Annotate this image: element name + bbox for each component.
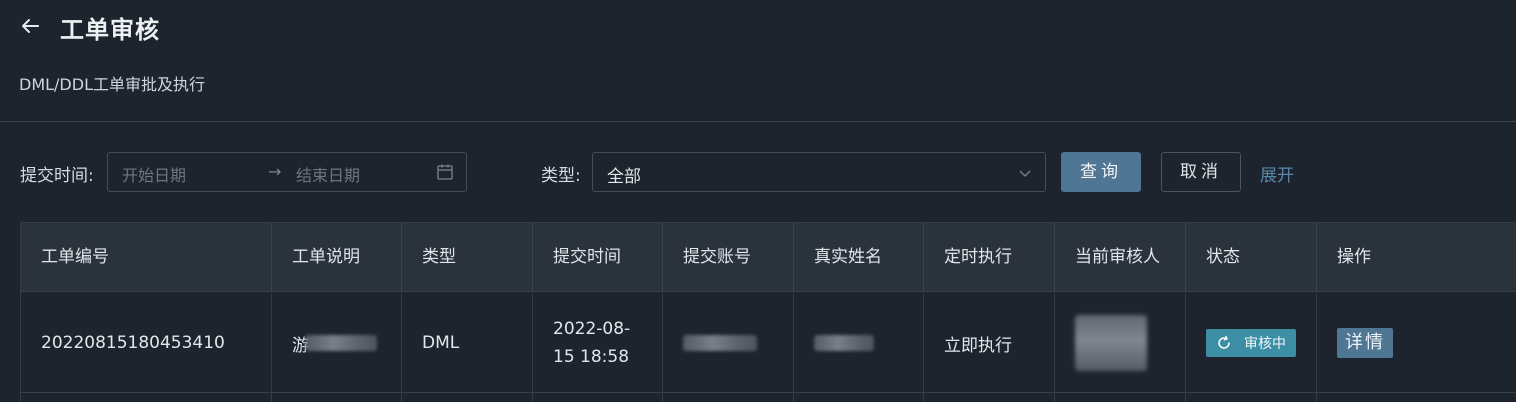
table-cell <box>794 393 924 402</box>
real-name-cell <box>794 293 924 393</box>
column-header: 提交账号 <box>663 223 794 292</box>
column-header: 当前审核人 <box>1055 223 1186 292</box>
chevron-down-icon <box>1019 170 1031 177</box>
end-date-input[interactable]: 结束日期 <box>296 162 360 186</box>
column-header: 真实姓名 <box>794 223 924 292</box>
submit-time-cell: 2022-08- 15 18:58 <box>533 293 663 393</box>
current-reviewer-cell <box>1055 293 1186 393</box>
arrow-left-icon <box>22 19 39 33</box>
submit-time-rest: 15 18:58 <box>553 347 630 367</box>
sync-icon <box>1218 335 1230 349</box>
table-cell <box>1186 393 1317 402</box>
table-cell <box>663 393 794 402</box>
expand-link[interactable]: 展开 <box>1260 161 1294 186</box>
submit-time-date: 2022-08- <box>553 319 631 339</box>
page-title: 工单审核 <box>60 16 160 44</box>
submit-time-label: 提交时间: <box>20 166 94 186</box>
submit-account-cell <box>663 293 794 393</box>
column-header: 操作 <box>1337 247 1371 267</box>
table-cell <box>1317 393 1516 402</box>
start-date-input[interactable]: 开始日期 <box>122 162 186 186</box>
ticket-review-page: 工单审核 DML/DDL工单审批及执行 提交时间: 开始日期 → 结束日期 类型… <box>0 0 1516 402</box>
table-cell <box>272 393 402 402</box>
status-label: 审核中 <box>1244 336 1286 352</box>
page-header: 工单审核 DML/DDL工单审批及执行 <box>0 0 1516 122</box>
query-button[interactable]: 查询 <box>1061 152 1141 192</box>
table-cell <box>924 393 1055 402</box>
detail-button[interactable]: 详情 <box>1337 328 1393 358</box>
type-select-value: 全部 <box>607 167 641 187</box>
table-row <box>21 393 1516 402</box>
table-cell <box>402 393 533 402</box>
redacted-text <box>814 335 874 351</box>
type-select[interactable]: 全部 <box>592 152 1046 192</box>
column-header: 类型 <box>402 223 533 292</box>
redacted-text <box>305 335 377 351</box>
ticket-id-cell: 20220815180453410 <box>21 293 272 393</box>
cancel-button[interactable]: 取消 <box>1161 152 1241 192</box>
redacted-text <box>1075 315 1147 371</box>
date-range-picker[interactable]: 开始日期 → 结束日期 <box>107 152 467 192</box>
table-cell <box>21 393 272 402</box>
calendar-icon[interactable] <box>436 163 454 181</box>
action-cell: 详情 <box>1317 293 1516 393</box>
table-cell <box>533 393 663 402</box>
table-row: 20220815180453410 游 DML 2022-08- 15 18:5… <box>21 293 1516 393</box>
range-arrow: → <box>268 162 282 181</box>
status-badge: 审核中 <box>1206 329 1296 357</box>
ticket-type-cell: DML <box>402 293 533 393</box>
column-header: 工单说明 <box>272 223 402 292</box>
ticket-description-cell: 游 <box>272 293 402 393</box>
status-cell: 审核中 <box>1186 293 1317 393</box>
table-header: 工单编号 工单说明 类型 提交时间 提交账号 真实姓名 定时执行 当前审核人 状… <box>21 223 1516 292</box>
type-label: 类型: <box>541 166 581 186</box>
column-header: 工单编号 <box>21 223 272 292</box>
redacted-text <box>683 335 757 351</box>
page-subtitle: DML/DDL工单审批及执行 <box>19 75 205 94</box>
column-header: 定时执行 <box>924 223 1055 292</box>
tickets-table: 工单编号 工单说明 类型 提交时间 提交账号 真实姓名 定时执行 当前审核人 状… <box>20 222 1516 402</box>
exec-mode-cell: 立即执行 <box>924 293 1055 393</box>
column-header: 提交时间 <box>533 223 663 292</box>
back-button[interactable] <box>16 12 44 40</box>
column-header: 状态 <box>1186 223 1317 292</box>
table-cell <box>1055 393 1186 402</box>
